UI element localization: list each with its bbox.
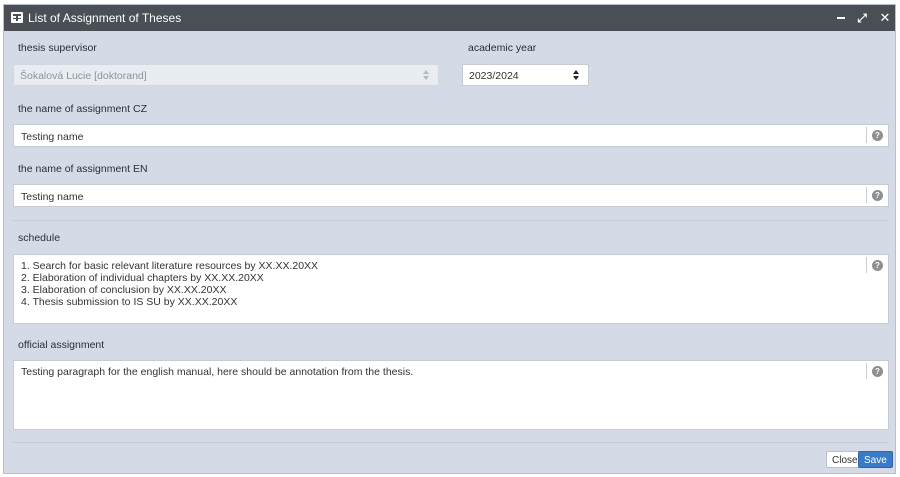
help-separator bbox=[866, 127, 867, 143]
help-icon[interactable]: ? bbox=[872, 366, 883, 377]
name-en-value: Testing name bbox=[21, 191, 84, 203]
expand-icon[interactable]: ⤢ bbox=[854, 9, 870, 27]
footer-divider bbox=[13, 442, 889, 443]
window-title: List of Assignment of Theses bbox=[28, 11, 182, 25]
name-cz-input[interactable]: Testing name ? bbox=[13, 124, 889, 147]
official-assignment-textarea[interactable]: Testing paragraph for the english manual… bbox=[13, 360, 889, 430]
official-assignment-label: official assignment bbox=[18, 339, 105, 351]
supervisor-select: Šokalová Lucie [doktorand] bbox=[13, 64, 439, 86]
help-icon[interactable]: ? bbox=[872, 130, 883, 141]
supervisor-value: Šokalová Lucie [doktorand] bbox=[20, 70, 147, 82]
schedule-lines: 1. Search for basic relevant literature … bbox=[21, 260, 318, 308]
section-divider bbox=[13, 220, 889, 221]
help-icon[interactable]: ? bbox=[872, 190, 883, 201]
minimize-icon[interactable] bbox=[833, 9, 849, 27]
table-icon bbox=[11, 12, 23, 23]
name-cz-label: the name of assignment CZ bbox=[18, 103, 147, 115]
dialog-window: List of Assignment of Theses ⤢ ✕ thesis … bbox=[3, 4, 896, 474]
supervisor-label: thesis supervisor bbox=[18, 42, 97, 54]
academic-year-select[interactable]: 2023/2024 bbox=[462, 64, 589, 86]
save-button[interactable]: Save bbox=[858, 451, 893, 468]
help-separator bbox=[866, 187, 867, 203]
schedule-label: schedule bbox=[18, 232, 61, 244]
official-assignment-value: Testing paragraph for the english manual… bbox=[21, 366, 414, 378]
close-icon[interactable]: ✕ bbox=[877, 9, 893, 27]
help-separator bbox=[866, 257, 867, 273]
name-en-input[interactable]: Testing name ? bbox=[13, 184, 889, 207]
schedule-line: 1. Search for basic relevant literature … bbox=[21, 260, 319, 272]
name-en-label: the name of assignment EN bbox=[18, 163, 148, 175]
help-icon[interactable]: ? bbox=[872, 260, 883, 271]
schedule-line: 2. Elaboration of individual chapters by… bbox=[21, 272, 264, 284]
schedule-line: 4. Thesis submission to IS SU by XX.XX.2… bbox=[21, 296, 238, 308]
name-cz-value: Testing name bbox=[21, 131, 84, 143]
schedule-textarea[interactable]: 1. Search for basic relevant literature … bbox=[13, 254, 889, 324]
academic-year-label: academic year bbox=[468, 42, 537, 54]
help-separator bbox=[866, 363, 867, 379]
select-arrows-icon bbox=[422, 70, 430, 81]
academic-year-value: 2023/2024 bbox=[469, 70, 519, 82]
select-arrows-icon bbox=[572, 70, 580, 81]
schedule-line: 3. Elaboration of conclusion by XX.XX.20… bbox=[21, 284, 227, 296]
title-bar[interactable]: List of Assignment of Theses ⤢ ✕ bbox=[4, 5, 895, 31]
